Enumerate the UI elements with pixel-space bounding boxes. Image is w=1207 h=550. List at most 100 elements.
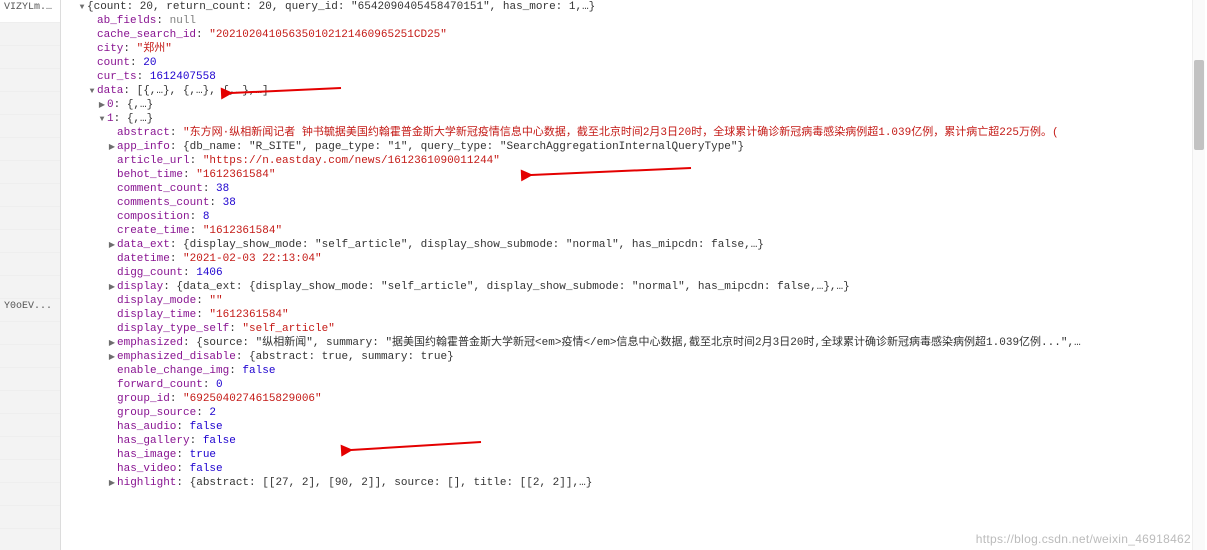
key-display: display <box>117 281 163 293</box>
expand-toggle[interactable] <box>77 0 87 15</box>
val-create_time: "1612361584" <box>203 225 282 237</box>
sidebar-item[interactable] <box>0 276 60 299</box>
key-emphasized_disable: emphasized_disable <box>117 351 236 363</box>
sidebar-item[interactable] <box>0 460 60 483</box>
val-behot_time: "1612361584" <box>196 169 275 181</box>
key-cur_ts: cur_ts <box>97 71 137 83</box>
sidebar-item[interactable] <box>0 230 60 253</box>
key-city: city <box>97 43 123 55</box>
sidebar-item[interactable] <box>0 161 60 184</box>
val-app_info: {db_name: "R_SITE", page_type: "1", quer… <box>183 141 744 153</box>
sidebar-item[interactable] <box>0 46 60 69</box>
expand-toggle[interactable] <box>107 476 117 491</box>
scrollbar-thumb[interactable] <box>1194 60 1204 150</box>
key-has_video: has_video <box>117 463 176 475</box>
val-ab_fields: null <box>170 15 196 27</box>
sidebar-item[interactable] <box>0 391 60 414</box>
key-comment_count: comment_count <box>117 183 203 195</box>
sidebar-item[interactable] <box>0 115 60 138</box>
key-highlight: highlight <box>117 477 176 489</box>
key-article_url: article_url <box>117 155 190 167</box>
val-group_id: "6925040274615829006" <box>183 393 322 405</box>
json-viewer: {count: 20, return_count: 20, query_id: … <box>61 0 1207 550</box>
key-group_id: group_id <box>117 393 170 405</box>
key-datetime: datetime <box>117 253 170 265</box>
sidebar-item[interactable] <box>0 506 60 529</box>
val-display_type_self: "self_article" <box>242 323 334 335</box>
key-1: 1 <box>107 113 114 125</box>
key-ab_fields: ab_fields <box>97 15 156 27</box>
key-enable_change_img: enable_change_img <box>117 365 229 377</box>
val-city: "郑州" <box>137 43 172 55</box>
val-data: [{,…}, {,…}, {,…},…] <box>137 85 269 97</box>
sidebar-item[interactable] <box>0 529 60 550</box>
val-data_ext: {display_show_mode: "self_article", disp… <box>183 239 764 251</box>
val-digg_count: 1406 <box>196 267 222 279</box>
val-emphasized_disable: {abstract: true, summary: true} <box>249 351 454 363</box>
key-behot_time: behot_time <box>117 169 183 181</box>
sidebar-item[interactable] <box>0 92 60 115</box>
key-app_info: app_info <box>117 141 170 153</box>
expand-toggle[interactable] <box>107 350 117 365</box>
sidebar-item[interactable] <box>0 69 60 92</box>
key-has_audio: has_audio <box>117 421 176 433</box>
sidebar-item[interactable]: VIZYLm... <box>0 0 60 23</box>
val-cache_search_id: "202102041056350102121460965251CD25" <box>209 29 447 41</box>
expand-toggle[interactable] <box>97 98 107 113</box>
key-comments_count: comments_count <box>117 197 209 209</box>
root-summary: {count: 20, return_count: 20, query_id: … <box>87 1 595 13</box>
val-display_mode: "" <box>209 295 222 307</box>
sidebar-item[interactable] <box>0 368 60 391</box>
expand-toggle[interactable] <box>107 140 117 155</box>
sidebar-item[interactable]: Y0oEV... <box>0 299 60 322</box>
expand-toggle[interactable] <box>87 84 97 99</box>
key-cache_search_id: cache_search_id <box>97 29 196 41</box>
sidebar-item[interactable] <box>0 23 60 46</box>
val-comments_count: 38 <box>223 197 236 209</box>
key-display_type_self: display_type_self <box>117 323 229 335</box>
val-composition: 8 <box>203 211 210 223</box>
val-display_time: "1612361584" <box>209 309 288 321</box>
val-display: {data_ext: {display_show_mode: "self_art… <box>176 281 849 293</box>
expand-toggle[interactable] <box>107 238 117 253</box>
sidebar-item[interactable] <box>0 138 60 161</box>
key-display_mode: display_mode <box>117 295 196 307</box>
sidebar: VIZYLm...Y0oEV...MConten <box>0 0 61 550</box>
scrollbar[interactable] <box>1192 0 1205 550</box>
key-digg_count: digg_count <box>117 267 183 279</box>
key-has_image: has_image <box>117 449 176 461</box>
val-forward_count: 0 <box>216 379 223 391</box>
sidebar-item[interactable] <box>0 414 60 437</box>
key-data_ext: data_ext <box>117 239 170 251</box>
watermark: https://blog.csdn.net/weixin_46918462 <box>976 532 1191 546</box>
val-comment_count: 38 <box>216 183 229 195</box>
val-has_video: false <box>190 463 223 475</box>
key-group_source: group_source <box>117 407 196 419</box>
val-0: {,…} <box>127 99 153 111</box>
key-0: 0 <box>107 99 114 111</box>
key-data: data <box>97 85 123 97</box>
sidebar-item[interactable] <box>0 437 60 460</box>
sidebar-item[interactable] <box>0 322 60 345</box>
sidebar-item[interactable] <box>0 253 60 276</box>
sidebar-item[interactable] <box>0 184 60 207</box>
sidebar-item[interactable] <box>0 345 60 368</box>
val-group_source: 2 <box>209 407 216 419</box>
expand-toggle[interactable] <box>107 280 117 295</box>
val-has_image: true <box>190 449 216 461</box>
val-cur_ts: 1612407558 <box>150 71 216 83</box>
val-abstract: "东方网·纵相新闻记者 钟书毓据美国约翰霍普金斯大学新冠疫情信息中心数据，截至北… <box>183 127 1059 139</box>
key-count: count <box>97 57 130 69</box>
val-count: 20 <box>143 57 156 69</box>
key-create_time: create_time <box>117 225 190 237</box>
expand-toggle[interactable] <box>107 336 117 351</box>
key-display_time: display_time <box>117 309 196 321</box>
key-has_gallery: has_gallery <box>117 435 190 447</box>
val-article_url: "https://n.eastday.com/news/161236109001… <box>203 155 500 167</box>
key-forward_count: forward_count <box>117 379 203 391</box>
sidebar-item[interactable] <box>0 483 60 506</box>
sidebar-item[interactable] <box>0 207 60 230</box>
key-abstract: abstract <box>117 127 170 139</box>
val-1: {,…} <box>127 113 153 125</box>
expand-toggle[interactable] <box>97 112 107 127</box>
